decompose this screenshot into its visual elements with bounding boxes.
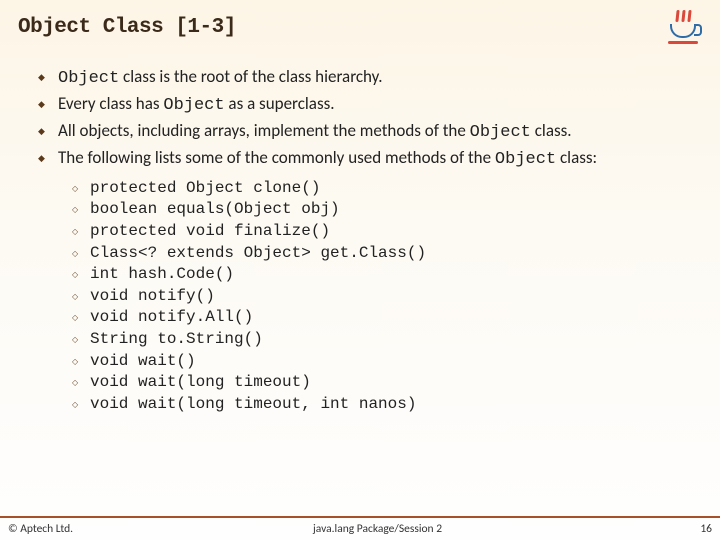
code-span: Object <box>470 123 531 142</box>
list-item: protected void finalize() <box>72 221 694 243</box>
footer-copyright: © Aptech Ltd. <box>8 522 73 536</box>
code-span: Object <box>495 150 556 169</box>
footer-center: java.lang Package/Session 2 <box>73 522 682 536</box>
list-item: Every class has Object as a superclass. <box>38 93 694 118</box>
list-item: Object class is the root of the class hi… <box>38 66 694 91</box>
list-item: void notify.All() <box>72 307 694 329</box>
slide: Object Class [1-3] Object class is the r… <box>0 0 720 540</box>
list-item: int hash.Code() <box>72 264 694 286</box>
slide-content: Object class is the root of the class hi… <box>0 54 720 415</box>
title-bar: Object Class [1-3] <box>0 0 720 54</box>
list-item: protected Object clone() <box>72 178 694 200</box>
list-item: void wait(long timeout, int nanos) <box>72 394 694 416</box>
code-span: Object <box>58 69 119 88</box>
list-item: void wait(long timeout) <box>72 372 694 394</box>
list-item: All objects, including arrays, implement… <box>38 120 694 145</box>
list-item: void wait() <box>72 351 694 373</box>
code-span: Object <box>163 96 224 115</box>
list-item: The following lists some of the commonly… <box>38 147 694 415</box>
list-item: String to.String() <box>72 329 694 351</box>
slide-title: Object Class [1-3] <box>18 16 236 39</box>
footer: © Aptech Ltd. java.lang Package/Session … <box>0 516 720 540</box>
footer-page-number: 16 <box>682 522 712 536</box>
list-item: boolean equals(Object obj) <box>72 199 694 221</box>
java-logo-icon <box>660 4 706 50</box>
method-list: protected Object clone() boolean equals(… <box>72 178 694 416</box>
bullet-list: Object class is the root of the class hi… <box>38 66 694 415</box>
list-item: void notify() <box>72 286 694 308</box>
list-item: Class<? extends Object> get.Class() <box>72 243 694 265</box>
